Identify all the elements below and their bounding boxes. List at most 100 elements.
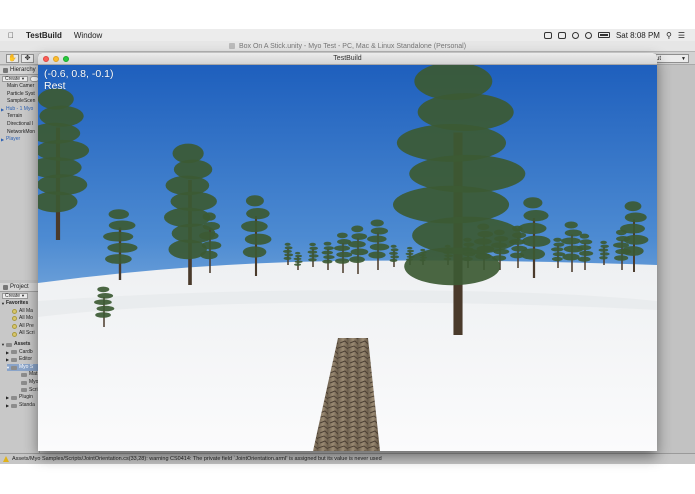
tab-project[interactable]: Project bbox=[0, 283, 39, 292]
hierarchy-item[interactable]: Main Camer bbox=[7, 83, 39, 91]
apple-menu-icon[interactable]:  bbox=[8, 31, 20, 40]
close-window-icon[interactable] bbox=[43, 56, 49, 62]
asset-folder-label: Scri bbox=[29, 386, 38, 393]
hierarchy-item[interactable]: SampleScen bbox=[7, 98, 39, 106]
favorite-item[interactable]: All Mo bbox=[7, 315, 39, 323]
hierarchy-list: Main Camer Particle Syst SampleScen ▶ Hub… bbox=[0, 83, 39, 144]
project-panel: Project Create ▼ ▼ Favorites All Ma All Mo… bbox=[0, 283, 40, 453]
asset-folder[interactable]: ▶ Cardb bbox=[6, 349, 39, 357]
layout-dropdown[interactable]: ut ▼ bbox=[653, 54, 689, 63]
sync-icon[interactable] bbox=[571, 31, 579, 39]
game-window-titlebar[interactable]: TestBuild bbox=[38, 53, 657, 65]
folder-icon bbox=[11, 365, 17, 370]
folder-icon bbox=[11, 357, 17, 362]
console-status-bar[interactable]: Assets/Myo Samples/Scripts/JointOrientat… bbox=[0, 453, 695, 464]
folder-icon bbox=[11, 395, 17, 400]
hierarchy-item-prefab[interactable]: ▶ Hub - 1 Myo bbox=[1, 105, 39, 114]
asset-folder-label: Myo S bbox=[19, 363, 34, 370]
tab-hierarchy[interactable]: Hierarchy bbox=[0, 66, 39, 75]
minimize-window-icon[interactable] bbox=[53, 56, 59, 62]
zoom-window-icon[interactable] bbox=[63, 56, 69, 62]
menubar-clock[interactable]: Sat 8:08 PM bbox=[616, 31, 660, 40]
gamepad-icon[interactable] bbox=[543, 31, 552, 39]
hierarchy-item-label: Terrain bbox=[7, 113, 23, 120]
assets-header[interactable]: ▼ Assets bbox=[1, 340, 39, 349]
game-window[interactable]: TestBuild (-0.6, 0.8, -0.1) Rest bbox=[38, 53, 657, 451]
hierarchy-item[interactable]: NetworkMon bbox=[7, 129, 39, 137]
project-create-button[interactable]: Create ▼ bbox=[2, 293, 28, 299]
project-tab-label: Project bbox=[10, 284, 29, 290]
folder-icon bbox=[21, 388, 27, 393]
folder-icon bbox=[6, 342, 12, 347]
favorites-label: Favorites bbox=[6, 300, 29, 306]
folder-icon bbox=[11, 350, 17, 355]
move-tool-icon[interactable]: ✥ bbox=[21, 54, 34, 63]
hierarchy-item-label: Directional l bbox=[7, 120, 34, 127]
mac-menubar:  TestBuild Window Sat 8:08 PM ⚲ ☰ bbox=[0, 29, 695, 41]
wifi-icon[interactable] bbox=[584, 31, 592, 39]
asset-folder[interactable]: ▶ Editor bbox=[6, 356, 39, 364]
assets-label: Assets bbox=[14, 340, 31, 347]
menu-window[interactable]: Window bbox=[74, 31, 102, 40]
hierarchy-item-label: Main Camer bbox=[7, 83, 35, 89]
list-icon[interactable]: ☰ bbox=[678, 31, 685, 40]
hierarchy-item-label: Particle Syst bbox=[7, 90, 35, 97]
hierarchy-panel: Hierarchy Create ▼ Main Camer Particle Sy… bbox=[0, 66, 40, 280]
snow-forest-scene bbox=[38, 65, 657, 451]
hierarchy-create-button[interactable]: Create ▼ bbox=[2, 76, 28, 82]
hand-tool-icon[interactable]: ✋ bbox=[6, 54, 19, 63]
asset-folder[interactable]: ▶ Standa bbox=[6, 401, 39, 410]
copy-icon[interactable] bbox=[557, 31, 566, 39]
favorite-item[interactable]: All Ma bbox=[7, 308, 39, 316]
project-toolbar: Create ▼ bbox=[0, 292, 39, 300]
search-filter-icon bbox=[12, 324, 17, 330]
hierarchy-icon bbox=[3, 67, 8, 73]
battery-icon[interactable] bbox=[597, 32, 610, 38]
status-message: Assets/Myo Samples/Scripts/JointOrientat… bbox=[12, 456, 382, 462]
hierarchy-item-label: Player bbox=[6, 136, 21, 143]
folder-icon bbox=[21, 373, 27, 378]
hierarchy-item-prefab[interactable]: ▶ Player bbox=[1, 136, 39, 144]
create-label: Create bbox=[5, 76, 21, 82]
search-icon[interactable]: ⚲ bbox=[666, 31, 672, 40]
asset-folder[interactable]: Myo bbox=[7, 379, 39, 387]
editor-title-bar: Box On A Stick.unity - Myo Test - PC, Ma… bbox=[0, 41, 695, 52]
orientation-readout: (-0.6, 0.8, -0.1) bbox=[44, 68, 114, 80]
editor-title: Box On A Stick.unity - Myo Test - PC, Ma… bbox=[238, 42, 467, 50]
status-menu-area: Sat 8:08 PM ⚲ ☰ bbox=[543, 31, 695, 40]
asset-folder-label: Mat bbox=[29, 371, 38, 378]
favorite-item[interactable]: All Pre bbox=[7, 323, 39, 331]
favorite-label: All Ma bbox=[19, 307, 33, 314]
search-filter-icon bbox=[12, 316, 17, 322]
favorite-label: All Scri bbox=[19, 330, 35, 337]
hierarchy-item[interactable]: Directional l bbox=[7, 121, 39, 129]
asset-folder[interactable]: Scri bbox=[7, 387, 39, 395]
create-label: Create bbox=[5, 293, 21, 299]
asset-folder[interactable]: ▶ Plugin bbox=[6, 394, 39, 402]
pose-label: Rest bbox=[44, 80, 66, 92]
chevron-down-icon: ▼ bbox=[21, 76, 25, 81]
game-viewport[interactable]: (-0.6, 0.8, -0.1) Rest bbox=[38, 65, 657, 451]
asset-folder[interactable]: Mat bbox=[7, 371, 39, 379]
warning-icon bbox=[3, 456, 9, 462]
hierarchy-toolbar: Create ▼ bbox=[0, 75, 39, 83]
hierarchy-item[interactable]: Particle Syst bbox=[7, 91, 39, 99]
asset-folder-label: Plugin bbox=[19, 394, 33, 401]
project-tree: ▼ Favorites All Ma All Mo All Pre All Scr… bbox=[0, 300, 39, 409]
asset-folder-label: Editor bbox=[19, 356, 33, 363]
unity-document-icon bbox=[228, 43, 235, 49]
asset-folder-label: Standa bbox=[19, 401, 35, 408]
favorite-label: All Pre bbox=[19, 322, 34, 329]
hierarchy-item[interactable]: Terrain bbox=[7, 113, 39, 121]
chevron-down-icon: ▼ bbox=[21, 293, 25, 298]
favorites-header[interactable]: ▼ Favorites bbox=[1, 300, 39, 308]
hierarchy-item-label: SampleScen bbox=[7, 98, 36, 105]
favorite-item[interactable]: All Scri bbox=[7, 330, 39, 338]
hierarchy-item-label: NetworkMon bbox=[7, 128, 36, 135]
menu-app-name[interactable]: TestBuild bbox=[26, 31, 62, 40]
asset-folder-selected[interactable]: ▼ Myo S bbox=[6, 363, 39, 372]
hierarchy-item-label: Hub - 1 Myo bbox=[6, 105, 34, 112]
folder-icon bbox=[21, 380, 27, 385]
game-window-title: TestBuild bbox=[333, 55, 362, 62]
folder-icon bbox=[11, 403, 17, 408]
